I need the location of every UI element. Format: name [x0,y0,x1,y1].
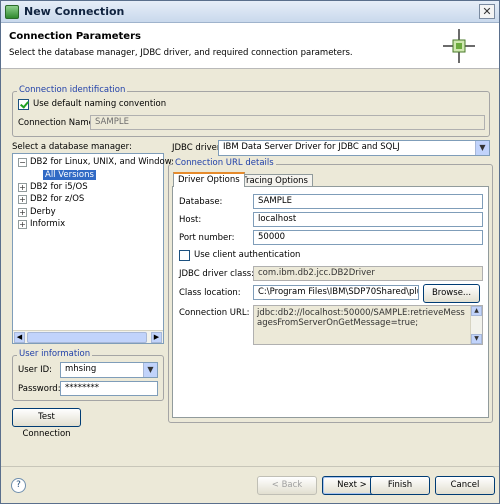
test-connection-button[interactable]: Test Connection [12,408,81,439]
database-connection-icon [443,29,475,63]
scroll-left-icon[interactable]: ◀ [14,332,25,343]
tree-item-all-versions[interactable]: All Versions [43,170,96,180]
class-location-field[interactable]: C:\Program Files\IBM\SDP70Shared\plugin [253,285,419,300]
back-button[interactable]: < Back [257,476,317,495]
expand-icon[interactable]: + [18,219,27,229]
tree-item-label: DB2 for i5/OS [30,182,88,192]
expand-icon[interactable]: + [18,182,27,192]
tree-item-db2-i5os[interactable]: + DB2 for i5/OS [18,182,88,192]
chevron-down-icon[interactable]: ▼ [475,141,489,155]
tree-horizontal-scrollbar[interactable]: ◀ ▶ [13,330,163,343]
password-label: Password: [18,384,61,394]
chevron-down-icon[interactable]: ▼ [143,363,157,377]
expand-icon[interactable]: + [18,194,27,204]
user-id-select[interactable]: mhsing ▼ [60,362,158,378]
tree-item-informix[interactable]: + Informix [18,219,65,229]
use-default-naming-label: Use default naming convention [33,99,167,109]
page-description: Select the database manager, JDBC driver… [9,48,353,58]
browse-button[interactable]: Browse... [423,284,480,303]
user-id-label: User ID: [18,365,52,375]
scroll-right-icon[interactable]: ▶ [151,332,162,343]
expand-icon[interactable]: + [18,207,27,217]
header-banner: Connection Parameters Select the databas… [1,23,499,69]
tree-item-label: DB2 for Linux, UNIX, and Windows [30,157,177,167]
tree-item-label: Informix [30,219,66,229]
database-field[interactable]: SAMPLE [253,194,483,209]
use-default-naming-checkbox[interactable] [18,99,29,110]
connection-url-field[interactable]: jdbc:db2://localhost:50000/SAMPLE:retrie… [253,305,483,345]
connection-name-label: Connection Name: [18,118,97,128]
connection-url-text: jdbc:db2://localhost:50000/SAMPLE:retrie… [257,308,465,328]
tree-item-label: DB2 for z/OS [30,194,85,204]
jdbc-driver-value: IBM Data Server Driver for JDBC and SQLJ [223,142,400,152]
tree-item-label: All Versions [43,170,96,180]
connection-url-label: Connection URL: [179,308,250,318]
connection-identification-label: Connection identification [17,85,128,95]
app-icon [5,4,19,19]
host-label: Host: [179,215,202,225]
help-icon[interactable]: ? [11,478,26,493]
client-authentication-label: Use client authentication [194,250,301,260]
window-title: New Connection [24,5,125,18]
scroll-up-icon[interactable]: ▲ [471,306,482,316]
db-manager-tree[interactable]: − DB2 for Linux, UNIX, and Windows All V… [12,153,176,344]
scroll-down-icon[interactable]: ▼ [471,334,482,344]
user-information-label: User information [17,349,93,359]
scroll-thumb[interactable] [27,332,147,343]
url-vertical-scrollbar[interactable]: ▲ ▼ [470,306,482,344]
host-field[interactable]: localhost [253,212,483,227]
port-label: Port number: [179,233,235,243]
collapse-icon[interactable]: − [18,157,27,167]
password-field[interactable]: ******** [60,381,158,396]
database-label: Database: [179,197,223,207]
jdbc-driver-select[interactable]: IBM Data Server Driver for JDBC and SQLJ… [218,140,490,156]
cancel-button[interactable]: Cancel [435,476,495,495]
port-field[interactable]: 50000 [253,230,483,245]
driver-class-field: com.ibm.db2.jcc.DB2Driver [253,266,483,281]
client-authentication-checkbox[interactable] [179,250,190,261]
title-bar: New Connection ✕ [1,1,499,23]
jdbc-driver-label: JDBC driver: [172,143,224,153]
driver-class-label: JDBC driver class: [179,269,255,279]
connection-identification-group [12,91,490,137]
tree-item-derby[interactable]: + Derby [18,207,56,217]
finish-button[interactable]: Finish [370,476,430,495]
page-title: Connection Parameters [9,31,141,42]
connection-url-details-label: Connection URL details [173,158,276,168]
close-icon[interactable]: ✕ [479,4,495,19]
tree-item-label: Derby [30,207,56,217]
connection-name-field[interactable]: SAMPLE [90,115,485,130]
driver-options-panel: Database: SAMPLE Host: localhost Port nu… [172,186,489,418]
tree-item-db2-luw[interactable]: − DB2 for Linux, UNIX, and Windows [18,157,176,167]
tab-driver-options[interactable]: Driver Options [173,172,245,187]
db-manager-label: Select a database manager: [12,142,132,152]
new-connection-dialog: New Connection ✕ Connection Parameters S… [0,0,500,504]
user-id-value: mhsing [65,364,97,374]
tree-item-db2-zos[interactable]: + DB2 for z/OS [18,194,84,204]
class-location-label: Class location: [179,288,241,298]
dialog-footer: ? < Back Next > Finish Cancel [1,466,499,503]
